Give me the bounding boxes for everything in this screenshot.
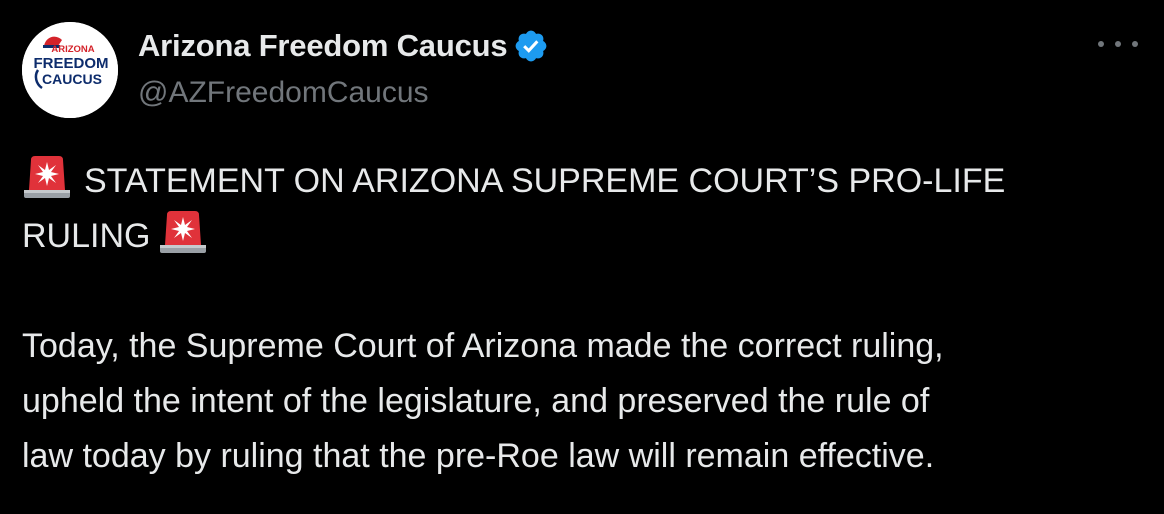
author-handle[interactable]: @AZFreedomCaucus — [138, 76, 429, 110]
logo-text-arizona: ARIZONA — [51, 44, 94, 55]
police-car-light-icon — [22, 154, 72, 200]
author-name-row: Arizona Freedom Caucus — [138, 26, 549, 66]
paragraph-line-2: upheld the intent of the legislature, an… — [22, 382, 930, 420]
paragraph-line-3: law today by ruling that the pre-Roe law… — [22, 437, 935, 475]
statement-heading-line-2: RULING — [22, 209, 1142, 264]
more-options-icon[interactable] — [1098, 34, 1138, 54]
logo-text-caucus: CAUCUS — [42, 71, 102, 87]
tweet-card: ARIZONA FREEDOM CAUCUS Arizona Freedom C… — [0, 0, 1164, 514]
statement-heading-text-1: STATEMENT ON ARIZONA SUPREME COURT’S PRO… — [84, 162, 1006, 200]
verified-badge-icon[interactable] — [513, 28, 549, 64]
caucus-logo-icon: ARIZONA FREEDOM CAUCUS — [22, 22, 118, 118]
dot — [1132, 41, 1138, 47]
dot — [1098, 41, 1104, 47]
author-display-name[interactable]: Arizona Freedom Caucus — [138, 28, 508, 64]
statement-heading-line-1: STATEMENT ON ARIZONA SUPREME COURT’S PRO… — [22, 154, 1142, 209]
avatar[interactable]: ARIZONA FREEDOM CAUCUS — [22, 22, 118, 118]
dot — [1115, 41, 1121, 47]
statement-heading-text-2: RULING — [22, 217, 151, 255]
tweet-text: STATEMENT ON ARIZONA SUPREME COURT’S PRO… — [22, 154, 1142, 484]
paragraph-line-1: Today, the Supreme Court of Arizona made… — [22, 327, 944, 365]
police-car-light-icon — [158, 209, 208, 255]
logo-text-freedom: FREEDOM — [34, 55, 109, 72]
